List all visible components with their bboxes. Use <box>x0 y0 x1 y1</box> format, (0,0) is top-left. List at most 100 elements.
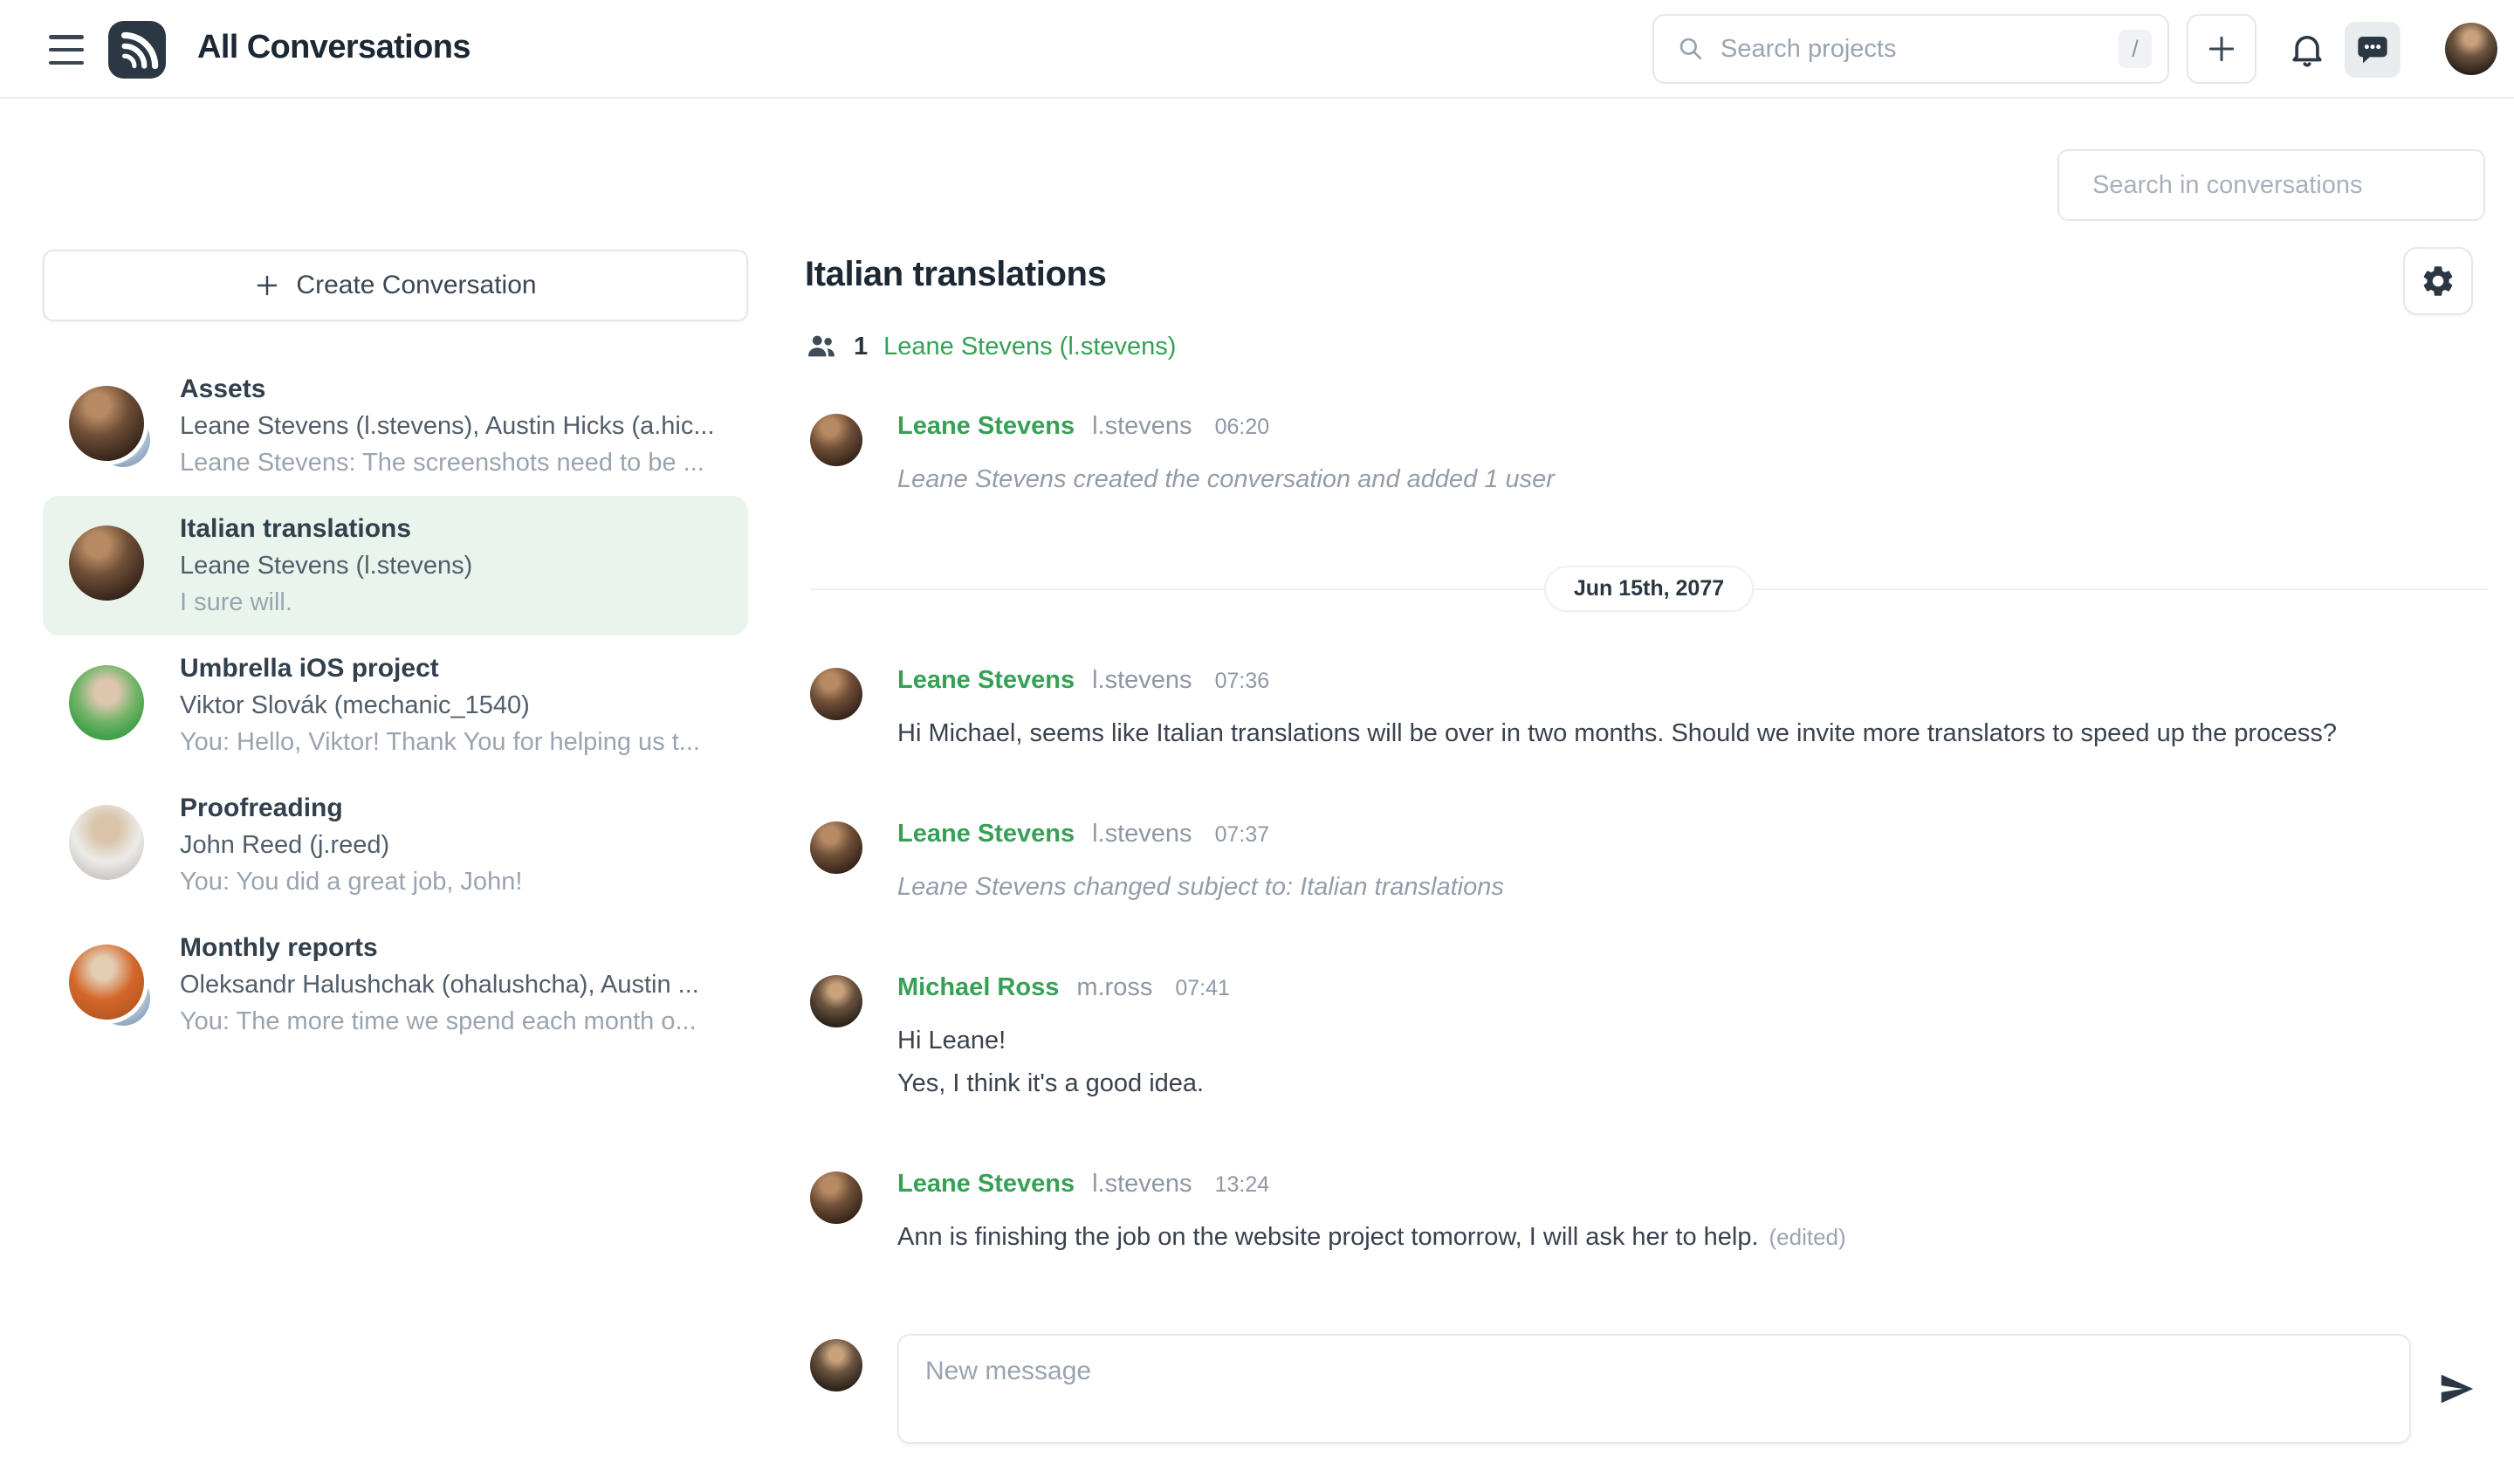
members-count: 1 <box>854 333 868 361</box>
message-author[interactable]: Leane Stevens <box>897 412 1075 441</box>
conversation-avatar <box>69 805 150 886</box>
message-time: 06:20 <box>1215 415 1270 440</box>
message-header: Leane Stevensl.stevens07:36 <box>897 666 2337 695</box>
message-line: Hi Leane! <box>897 1020 1230 1062</box>
new-message-input[interactable] <box>897 1334 2411 1444</box>
top-bar: All Conversations / <box>0 0 2514 99</box>
conversation-item-participants: John Reed (j.reed) <box>180 827 522 863</box>
app-root: All Conversations / <box>0 0 2514 1484</box>
page-title: All Conversations <box>197 29 471 66</box>
conversation-texts: Italian translationsLeane Stevens (l.ste… <box>180 511 472 621</box>
conversation-item-title: Assets <box>180 371 715 408</box>
composer-avatar <box>810 1339 862 1391</box>
conversations-button[interactable] <box>2345 22 2401 78</box>
conversation-item-title: Umbrella iOS project <box>180 650 700 687</box>
message-time: 13:24 <box>1215 1172 1270 1198</box>
conversation-item-preview: Leane Stevens: The screenshots need to b… <box>180 444 715 481</box>
members-row: 1 Leane Stevens (l.stevens) <box>805 330 1176 363</box>
message-content: Leane Stevensl.stevens07:36Hi Michael, s… <box>897 666 2337 755</box>
conversation-item-participants: Leane Stevens (l.stevens), Austin Hicks … <box>180 408 715 444</box>
message-avatar <box>810 821 862 874</box>
notifications-button[interactable] <box>2283 23 2332 77</box>
conversation-avatar-image <box>69 805 144 880</box>
message-header: Leane Stevens l.stevens 13:24 <box>897 1170 1846 1199</box>
conversation-avatar-image <box>69 386 144 461</box>
create-conversation-label: Create Conversation <box>296 271 536 300</box>
conversation-texts: ProofreadingJohn Reed (j.reed)You: You d… <box>180 790 522 900</box>
project-search: / <box>1652 14 2169 84</box>
message-content: Leane Stevens l.stevens 13:24 Ann is finish… <box>897 1170 1846 1259</box>
message-avatar <box>810 1171 862 1224</box>
conversation-item-title: Monthly reports <box>180 930 699 966</box>
message-header: Michael Ross m.ross 07:41 <box>897 973 1230 1002</box>
message-body: Leane Stevens changed subject to: Italia… <box>897 866 1504 909</box>
search-icon <box>1677 35 1705 63</box>
message-list: Leane Stevensl.stevens06:20Leane Stevens… <box>810 412 2488 1323</box>
members-icon <box>805 330 838 363</box>
conversation-avatar <box>69 945 150 1026</box>
conversation-search-input[interactable] <box>2059 171 2483 200</box>
conversation-item-title: Italian translations <box>180 511 472 547</box>
message-author-handle: l.stevens <box>1092 666 1192 695</box>
create-project-button[interactable] <box>2187 14 2256 84</box>
conversation-item-preview: You: Hello, Viktor! Thank You for helpin… <box>180 724 700 760</box>
message-body: Hi Michael, seems like Italian translati… <box>897 712 2337 755</box>
message-time: 07:41 <box>1175 976 1230 1001</box>
message-author-handle: m.ross <box>1076 973 1152 1002</box>
create-conversation-button[interactable]: Create Conversation <box>43 250 748 321</box>
conversation-avatar <box>69 386 150 467</box>
conversation-search <box>2057 149 2485 221</box>
conversation-item-preview: I sure will. <box>180 584 472 621</box>
message-author[interactable]: Michael Ross <box>897 973 1059 1002</box>
conversation-avatar-image <box>69 665 144 740</box>
slash-shortcut-badge: / <box>2119 30 2152 68</box>
message: Leane Stevensl.stevens07:36Hi Michael, s… <box>810 666 2488 755</box>
conversation-avatar-image <box>69 945 144 1020</box>
menu-icon[interactable] <box>49 35 84 65</box>
send-button[interactable] <box>2425 1334 2488 1444</box>
message: Michael Ross m.ross 07:41 Hi Leane!Yes, I t… <box>810 973 2488 1105</box>
conversation-item-participants: Leane Stevens (l.stevens) <box>180 547 472 584</box>
message: Leane Stevensl.stevens06:20Leane Stevens… <box>810 412 2488 501</box>
conversation-list-item[interactable]: AssetsLeane Stevens (l.stevens), Austin … <box>43 356 748 496</box>
message-line: Leane Stevens created the conversation a… <box>897 458 1555 501</box>
conversation-list-item[interactable]: Italian translationsLeane Stevens (l.ste… <box>43 496 748 636</box>
message-author[interactable]: Leane Stevens <box>897 820 1075 848</box>
message-avatar <box>810 975 862 1027</box>
conversation-avatar <box>69 665 150 746</box>
message-header: Leane Stevensl.stevens07:37 <box>897 820 1504 848</box>
conversation-list: AssetsLeane Stevens (l.stevens), Austin … <box>43 356 748 1055</box>
conversation-title: Italian translations <box>805 255 1106 294</box>
conversation-list-item[interactable]: Umbrella iOS projectViktor Slovák (mecha… <box>43 636 748 775</box>
project-search-input[interactable] <box>1721 35 2119 64</box>
conversation-texts: Monthly reportsOleksandr Halushchak (oha… <box>180 930 699 1040</box>
message-body: Ann is finishing the job on the website … <box>897 1216 1846 1259</box>
conversation-settings-button[interactable] <box>2403 247 2473 315</box>
message-line: Leane Stevens changed subject to: Italia… <box>897 866 1504 909</box>
edited-label: (edited) <box>1769 1224 1846 1250</box>
conversation-list-item[interactable]: ProofreadingJohn Reed (j.reed)You: You d… <box>43 775 748 915</box>
app-logo <box>108 21 166 79</box>
divider-line <box>1754 588 2488 590</box>
message-author-handle: l.stevens <box>1092 412 1192 441</box>
message-body: Leane Stevens created the conversation a… <box>897 458 1555 501</box>
divider-line <box>810 588 1544 590</box>
gear-icon <box>2420 263 2456 299</box>
message-content: Leane Stevensl.stevens06:20Leane Stevens… <box>897 412 1555 501</box>
message-author-handle: l.stevens <box>1092 1170 1192 1199</box>
composer <box>810 1334 2488 1444</box>
message-time: 07:37 <box>1215 822 1270 848</box>
plus-icon <box>2205 32 2238 65</box>
message-content: Michael Ross m.ross 07:41 Hi Leane!Yes, I t… <box>897 973 1230 1105</box>
user-avatar[interactable] <box>2445 23 2497 75</box>
members-link[interactable]: Leane Stevens (l.stevens) <box>883 333 1176 361</box>
message-avatar <box>810 414 862 466</box>
conversation-item-participants: Oleksandr Halushchak (ohalushcha), Austi… <box>180 966 699 1003</box>
message-header: Leane Stevens l.stevens 06:20 <box>897 412 1555 441</box>
message-author[interactable]: Leane Stevens <box>897 666 1075 695</box>
chat-bubble-icon <box>2355 32 2390 67</box>
message: Leane Stevens l.stevens 13:24 Ann is finish… <box>810 1170 2488 1259</box>
conversation-list-item[interactable]: Monthly reportsOleksandr Halushchak (oha… <box>43 915 748 1055</box>
message-author[interactable]: Leane Stevens <box>897 1170 1075 1199</box>
message-line: Yes, I think it's a good idea. <box>897 1062 1230 1105</box>
